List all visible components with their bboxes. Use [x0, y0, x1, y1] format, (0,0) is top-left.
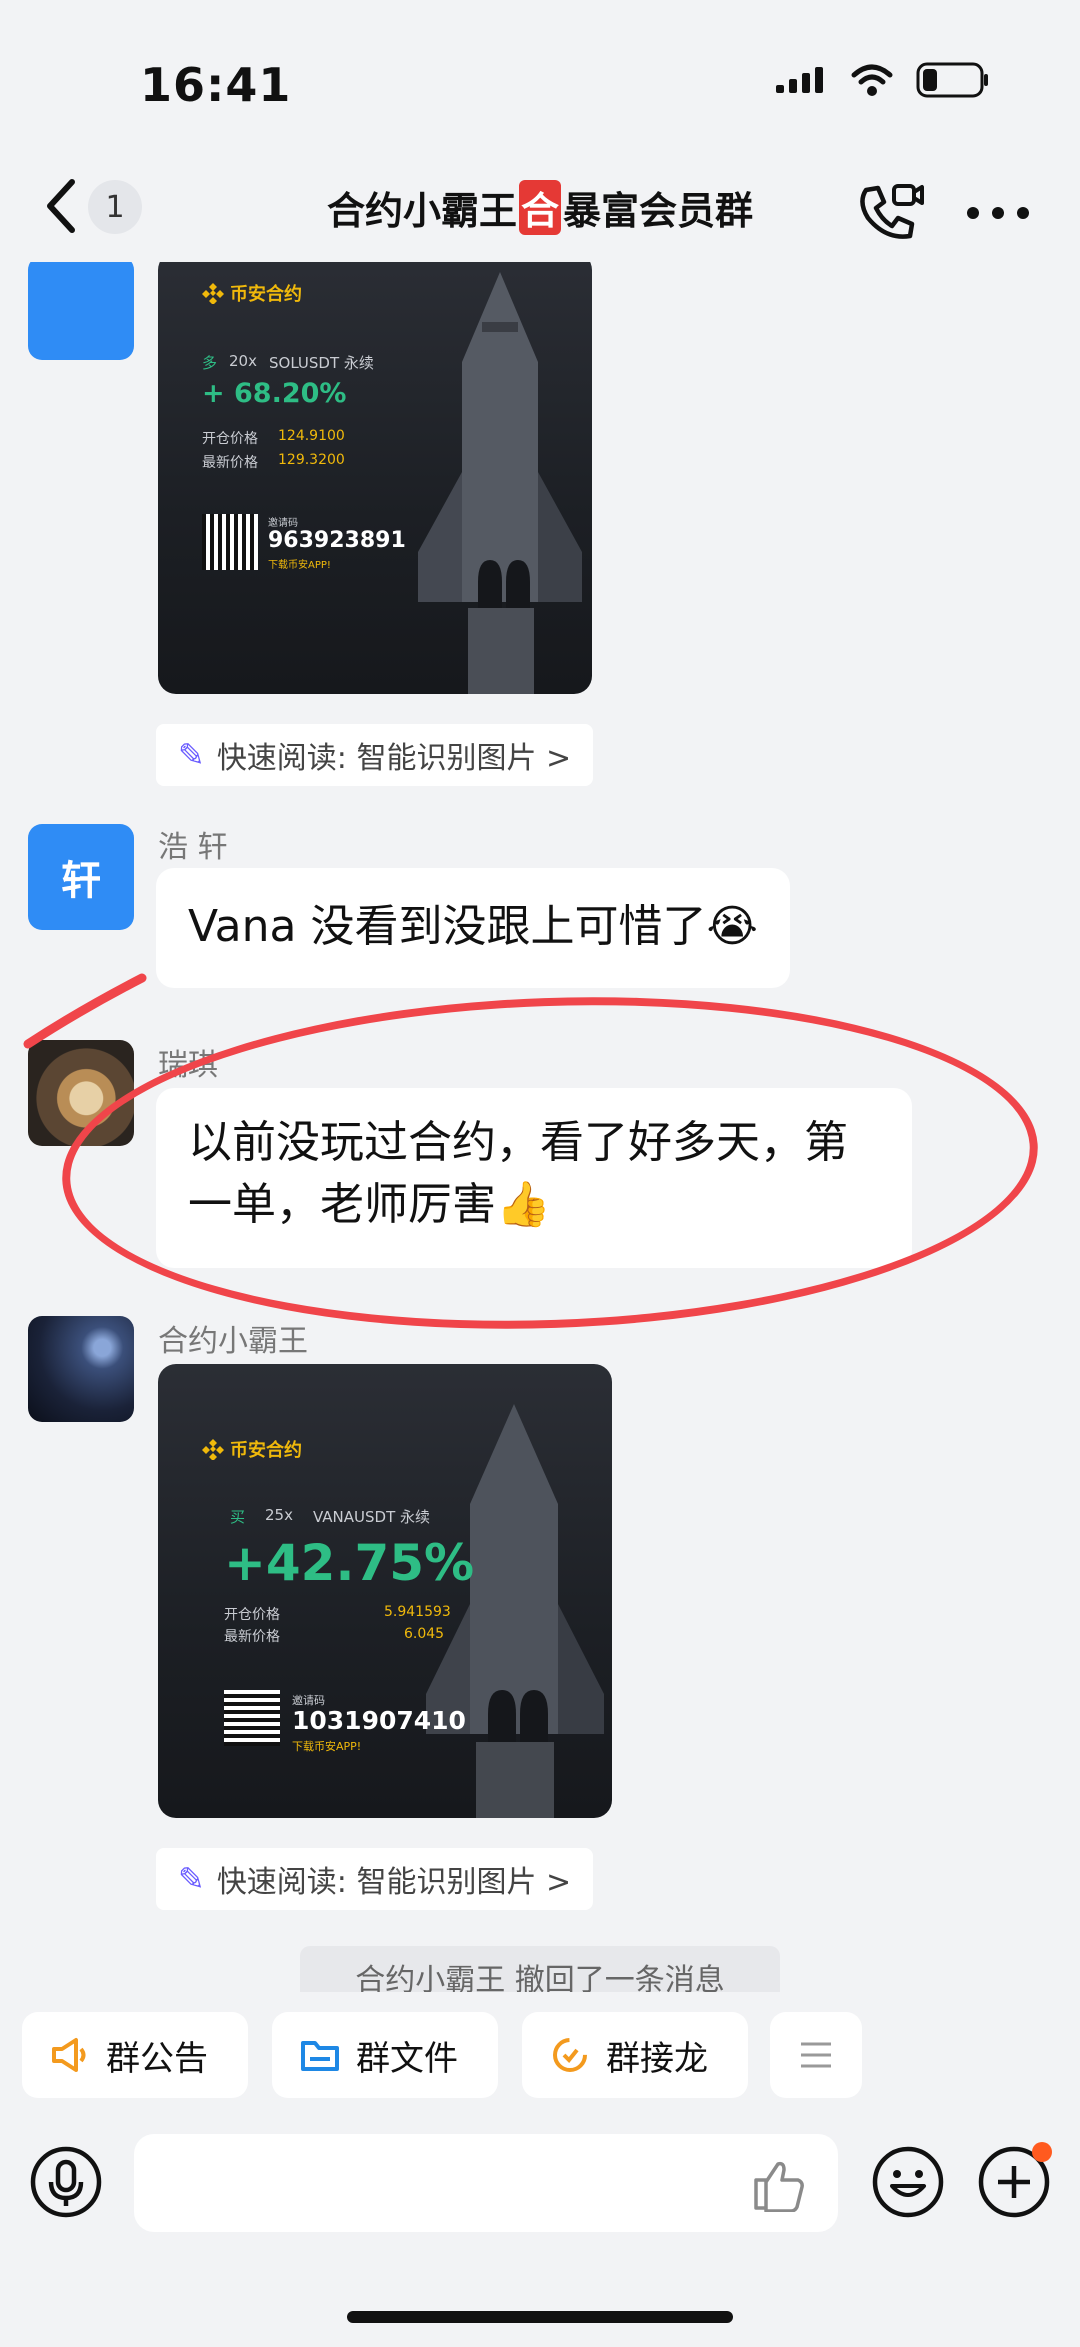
- image-message[interactable]: 币安合约 买 25x VANAUSDT 永续 +42.75% 开仓价格 5.94…: [158, 1364, 612, 1818]
- battery-icon: [916, 62, 988, 98]
- chat-title[interactable]: 合约小霸王合暴富会员群: [200, 180, 880, 235]
- more-icon[interactable]: [966, 206, 1030, 220]
- recall-notice: 合约小霸王 撤回了一条消息: [300, 1946, 780, 1992]
- shortcut-files[interactable]: 群文件: [272, 2012, 498, 2098]
- qr-code: [224, 1690, 280, 1746]
- pnl-percent: + 68.20%: [202, 378, 347, 409]
- status-time: 16:41: [140, 58, 292, 112]
- sender-name: 合约小霸王: [158, 1324, 308, 1359]
- card-logo: 币安合约: [202, 280, 302, 306]
- thumbs-up-icon[interactable]: [752, 2158, 806, 2212]
- megaphone-icon: [52, 2038, 86, 2072]
- status-icons: [774, 62, 990, 98]
- back-icon[interactable]: [40, 176, 80, 236]
- annotation-stroke: [23, 973, 147, 1049]
- title-badge: 合: [518, 180, 561, 235]
- voice-icon[interactable]: [28, 2144, 104, 2220]
- shortcut-more[interactable]: [770, 2012, 862, 2098]
- message-bubble[interactable]: Vana 没看到没跟上可惜了😭: [156, 868, 790, 988]
- magic-wand-icon: ✎: [178, 1860, 205, 1898]
- shortcut-relay[interactable]: 群接龙: [522, 2012, 748, 2098]
- avatar[interactable]: [28, 1316, 134, 1422]
- magic-wand-icon: ✎: [178, 736, 205, 774]
- avatar[interactable]: 轩: [28, 824, 134, 930]
- pnl-percent: +42.75%: [224, 1534, 475, 1592]
- signal-icon: [776, 67, 823, 93]
- image-message[interactable]: 币安合约 多 20x SOLUSDT 永续 + 68.20% 开仓价格 124.…: [158, 262, 592, 694]
- invite-code: 963923891: [268, 528, 406, 553]
- menu-icon: [801, 2042, 831, 2068]
- quick-read-button[interactable]: ✎ 快速阅读: 智能识别图片 >: [156, 724, 594, 786]
- unread-badge[interactable]: 1: [88, 180, 142, 234]
- binance-logo-icon: [202, 1439, 224, 1460]
- card-logo: 币安合约: [202, 1436, 302, 1462]
- avatar[interactable]: [28, 262, 134, 360]
- qr-code: [202, 514, 258, 570]
- home-indicator: [347, 2311, 733, 2323]
- shortcut-announcement[interactable]: 群公告: [22, 2012, 248, 2098]
- notification-dot: [1032, 2142, 1052, 2162]
- relay-icon: [553, 2038, 587, 2072]
- sender-name: 浩 轩: [158, 830, 228, 865]
- video-call-icon[interactable]: [856, 182, 924, 242]
- wifi-icon: [851, 64, 893, 96]
- folder-icon: [301, 2041, 339, 2071]
- message-input[interactable]: [134, 2134, 838, 2232]
- rocket-illustration: [418, 272, 582, 694]
- position-info: 多 20x SOLUSDT 永续: [202, 352, 374, 372]
- emoji-icon[interactable]: [870, 2144, 946, 2220]
- position-info: 买 25x VANAUSDT 永续: [230, 1506, 431, 1526]
- binance-logo-icon: [202, 283, 224, 304]
- invite-code: 1031907410: [292, 1706, 466, 1735]
- quick-read-button[interactable]: ✎ 快速阅读: 智能识别图片 >: [156, 1848, 594, 1910]
